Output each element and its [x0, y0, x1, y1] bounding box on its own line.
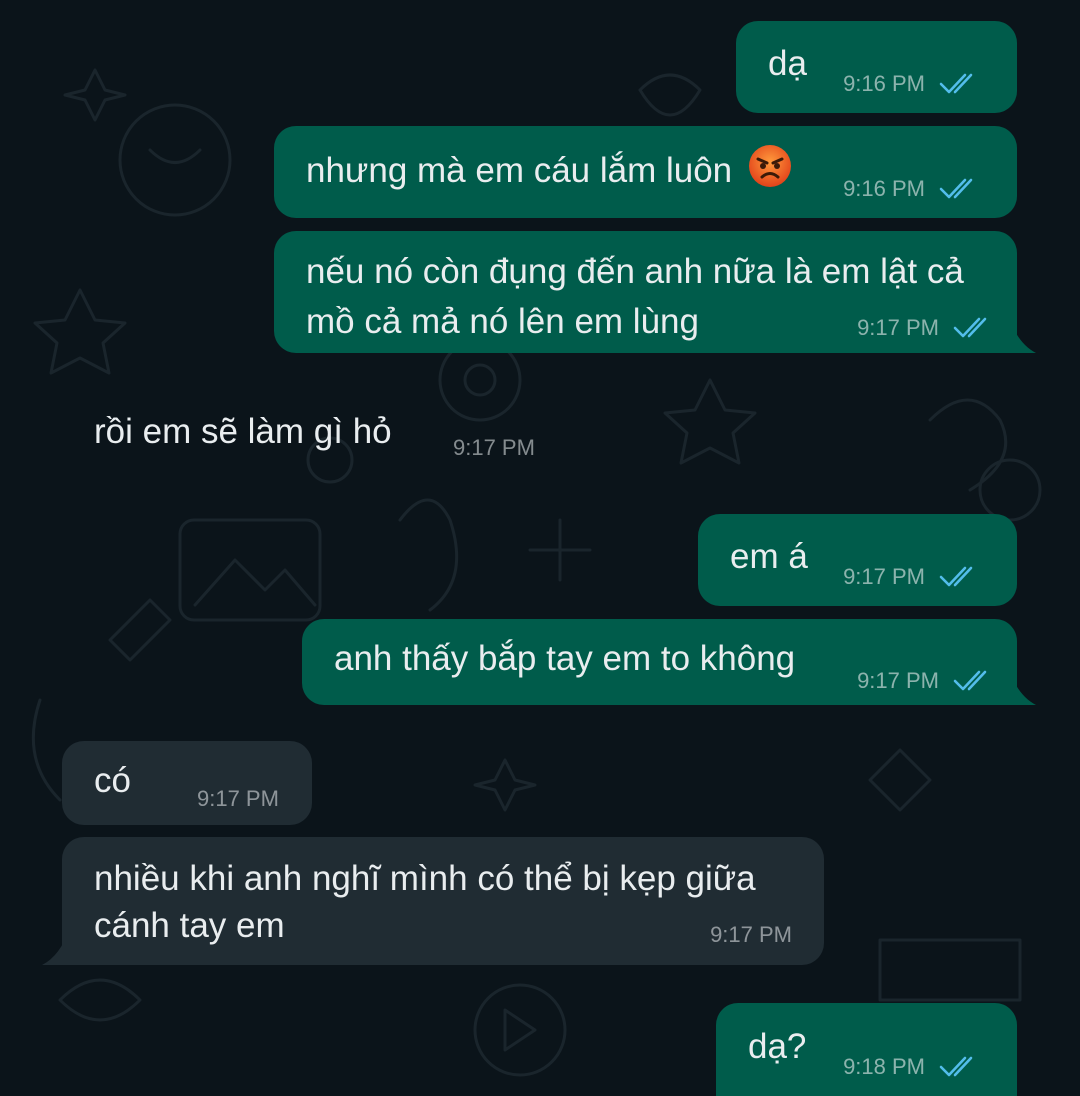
message-meta: 9:16 PM	[843, 71, 981, 97]
message-text-line-2: cánh tay em	[94, 906, 285, 945]
double-check-icon	[953, 317, 987, 338]
message-meta: 9:16 PM	[843, 176, 981, 202]
message-time: 9:18 PM	[843, 1054, 925, 1079]
message-time: 9:17 PM	[857, 315, 939, 340]
double-check-icon	[939, 178, 973, 199]
outgoing-message[interactable]: dạ? 9:18 PM	[716, 1003, 1017, 1096]
message-time: 9:16 PM	[843, 71, 925, 96]
double-check-icon	[953, 670, 987, 691]
message-text: nhưng mà em cáu lắm luôn	[306, 144, 792, 196]
message-time: 9:16 PM	[843, 176, 925, 201]
incoming-message[interactable]: rồi em sẽ làm gì hỏ 9:17 PM	[64, 395, 564, 475]
message-text: rồi em sẽ làm gì hỏ	[94, 412, 392, 451]
chat-thread[interactable]: dạ 9:16 PM nhưng mà em cáu lắm luôn 9:16…	[0, 0, 1080, 1096]
outgoing-message[interactable]: nhưng mà em cáu lắm luôn 9:16 PM	[274, 126, 1017, 218]
outgoing-message[interactable]: nếu nó còn đụng đến anh nữa là em lật cả…	[274, 231, 1017, 353]
bubble-tail	[42, 928, 70, 965]
message-time: 9:17 PM	[197, 786, 279, 811]
message-meta: 9:17 PM	[857, 668, 995, 694]
message-meta: 9:17 PM	[843, 564, 981, 590]
double-check-icon	[939, 1056, 973, 1077]
message-meta: 9:17 PM	[453, 435, 535, 461]
message-meta: 9:17 PM	[197, 786, 279, 812]
outgoing-message[interactable]: em á 9:17 PM	[698, 514, 1017, 606]
double-check-icon	[939, 73, 973, 94]
outgoing-message[interactable]: anh thấy bắp tay em to không 9:17 PM	[302, 619, 1017, 705]
angry-face-emoji	[748, 145, 791, 187]
message-text: em á	[730, 537, 808, 576]
double-check-icon	[939, 566, 973, 587]
message-text-content: nhưng mà em cáu lắm luôn	[306, 151, 733, 190]
message-meta: 9:18 PM	[843, 1054, 981, 1080]
message-text-line-1: nếu nó còn đụng đến anh nữa là em lật cả	[306, 252, 964, 291]
message-time: 9:17 PM	[453, 435, 535, 460]
outgoing-message[interactable]: dạ 9:16 PM	[736, 21, 1017, 113]
bubble-tail	[1008, 316, 1036, 353]
message-text: anh thấy bắp tay em to không	[334, 639, 796, 678]
message-time: 9:17 PM	[843, 564, 925, 589]
message-text: dạ?	[748, 1027, 807, 1066]
message-time: 9:17 PM	[857, 668, 939, 693]
message-time: 9:17 PM	[710, 922, 792, 947]
message-meta: 9:17 PM	[857, 315, 995, 341]
incoming-message[interactable]: có 9:17 PM	[62, 741, 312, 825]
message-text: có	[94, 761, 131, 800]
message-text-line-2: mồ cả mả nó lên em lùng	[306, 302, 699, 341]
incoming-message[interactable]: nhiều khi anh nghĩ mình có thể bị kẹp gi…	[62, 837, 824, 965]
bubble-tail	[1008, 668, 1036, 705]
message-text: dạ	[768, 44, 807, 83]
message-meta: 9:17 PM	[710, 922, 792, 948]
message-text-line-1: nhiều khi anh nghĩ mình có thể bị kẹp gi…	[94, 859, 756, 898]
